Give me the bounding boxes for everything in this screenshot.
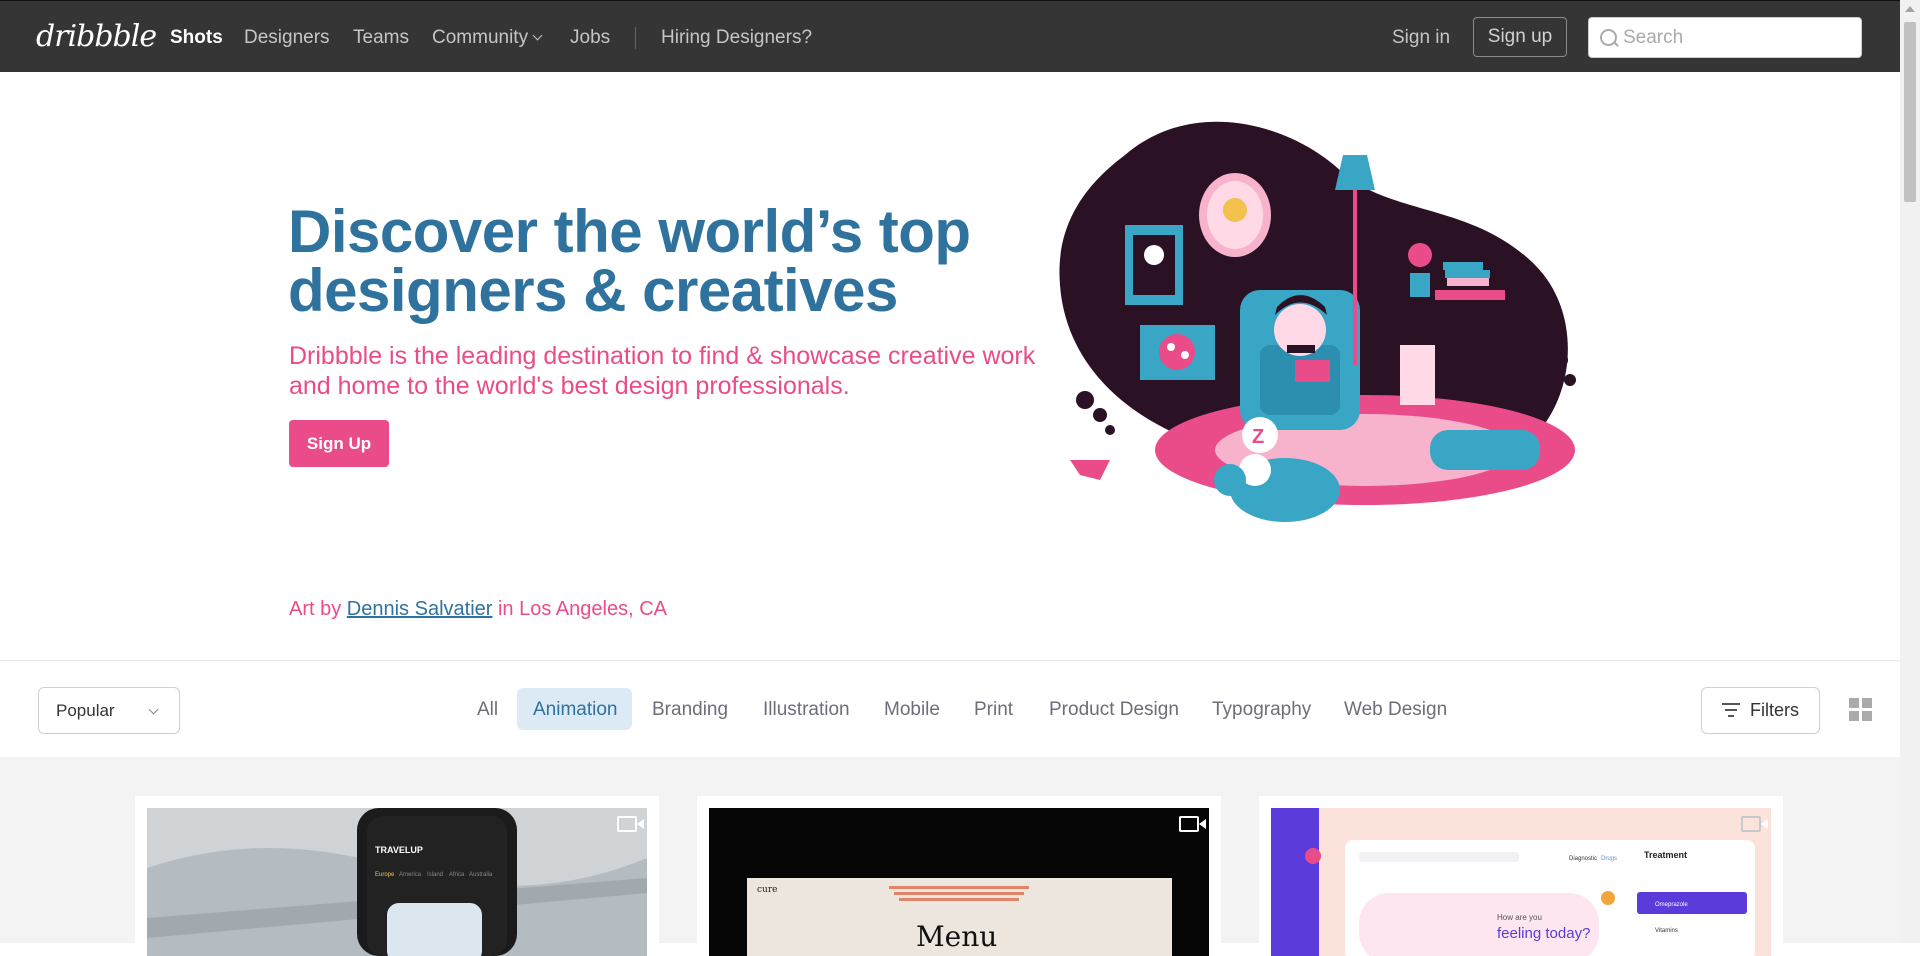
shot-thumbnail[interactable]: Diagnostic Drugs Treatment How are you f… — [1271, 808, 1771, 956]
art-credit-location: in Los Angeles, CA — [492, 598, 667, 620]
filter-bar: Popular All Animation Branding Illustrat… — [0, 660, 1900, 757]
nav-jobs[interactable]: Jobs — [570, 27, 610, 49]
nav-community[interactable]: Community — [432, 27, 543, 49]
chevron-down-icon — [532, 30, 543, 41]
nav-shots[interactable]: Shots — [170, 27, 223, 49]
nav-community-label: Community — [432, 27, 529, 48]
page-scrollbar[interactable] — [1900, 0, 1920, 943]
filter-lines-icon — [1722, 703, 1740, 717]
svg-text:Z: Z — [1252, 426, 1264, 448]
shot-card[interactable]: cure Menu — [697, 796, 1221, 956]
category-web-design[interactable]: Web Design — [1344, 699, 1447, 721]
search-box — [1588, 17, 1862, 58]
travel-tab-australia: Australia — [469, 872, 493, 878]
health-treatment-title: Treatment — [1644, 850, 1687, 860]
nav-teams[interactable]: Teams — [353, 27, 409, 49]
nav-designers[interactable]: Designers — [244, 27, 330, 49]
hero-title: Discover the world’s top designers & cre… — [288, 198, 971, 324]
video-icon — [1179, 816, 1206, 832]
scrollbar-thumb[interactable] — [1904, 22, 1916, 202]
nav-divider — [635, 27, 636, 49]
shot-card[interactable]: Diagnostic Drugs Treatment How are you f… — [1259, 796, 1783, 956]
grid-view-icon[interactable] — [1849, 698, 1873, 722]
health-app-preview: Diagnostic Drugs Treatment How are you f… — [1271, 808, 1771, 956]
art-credit: Art by Dennis Salvatier in Los Angeles, … — [289, 598, 667, 621]
menu-page-preview: cure Menu — [709, 808, 1209, 956]
health-item-omeprazole: Omeprazole — [1655, 902, 1688, 908]
art-credit-prefix: Art by — [289, 598, 347, 620]
shot-card[interactable]: TRAVELUP Europe America Island Africa Au… — [135, 796, 659, 956]
artist-link[interactable]: Dennis Salvatier — [347, 598, 493, 620]
video-icon — [1741, 816, 1768, 832]
top-navigation: dribbble Shots Designers Teams Community… — [0, 0, 1900, 72]
hero-subtitle: Dribbble is the leading destination to f… — [289, 342, 1036, 400]
nav-hiring-designers[interactable]: Hiring Designers? — [661, 27, 812, 49]
travel-tab-island: Island — [427, 872, 443, 878]
video-icon — [617, 816, 644, 832]
dribbble-logo[interactable]: dribbble — [36, 19, 157, 54]
filters-button[interactable]: Filters — [1701, 687, 1820, 734]
chevron-down-icon — [148, 704, 159, 715]
category-all[interactable]: All — [477, 699, 498, 721]
category-product-design[interactable]: Product Design — [1049, 699, 1179, 721]
sign-up-button[interactable]: Sign up — [1473, 17, 1567, 57]
sign-in-link[interactable]: Sign in — [1392, 27, 1450, 49]
category-mobile[interactable]: Mobile — [884, 699, 940, 721]
shot-thumbnail[interactable]: TRAVELUP Europe America Island Africa Au… — [147, 808, 647, 956]
search-icon — [1600, 29, 1617, 46]
health-tab-drugs: Drugs — [1601, 856, 1617, 862]
travel-tab-europe: Europe — [375, 872, 395, 878]
shot-thumbnail[interactable]: cure Menu — [709, 808, 1209, 956]
travel-brand: TRAVELUP — [375, 845, 423, 855]
hero-sign-up-button[interactable]: Sign Up — [289, 420, 389, 467]
health-feeling: feeling today? — [1497, 925, 1590, 942]
category-illustration[interactable]: Illustration — [763, 699, 850, 721]
category-print[interactable]: Print — [974, 699, 1013, 721]
search-input[interactable] — [1623, 18, 1853, 57]
health-greeting: How are you — [1497, 913, 1542, 922]
category-typography[interactable]: Typography — [1212, 699, 1311, 721]
category-branding[interactable]: Branding — [652, 699, 728, 721]
travel-tab-africa: Africa — [449, 872, 465, 878]
category-animation[interactable]: Animation — [533, 699, 618, 721]
sort-dropdown-value: Popular — [56, 701, 115, 720]
scroll-up-arrow-icon[interactable] — [1905, 6, 1915, 12]
hero-illustration: Z — [1059, 121, 1576, 522]
health-item-vitamins: Vitamins — [1655, 928, 1678, 934]
travel-app-preview: TRAVELUP Europe America Island Africa Au… — [147, 808, 647, 956]
health-tab-diagnostic: Diagnostic — [1569, 856, 1597, 862]
filters-label: Filters — [1750, 700, 1799, 720]
travel-tab-america: America — [399, 872, 422, 878]
sort-dropdown[interactable]: Popular — [38, 687, 180, 734]
menu-title: Menu — [916, 920, 997, 953]
menu-brand: cure — [757, 885, 777, 895]
